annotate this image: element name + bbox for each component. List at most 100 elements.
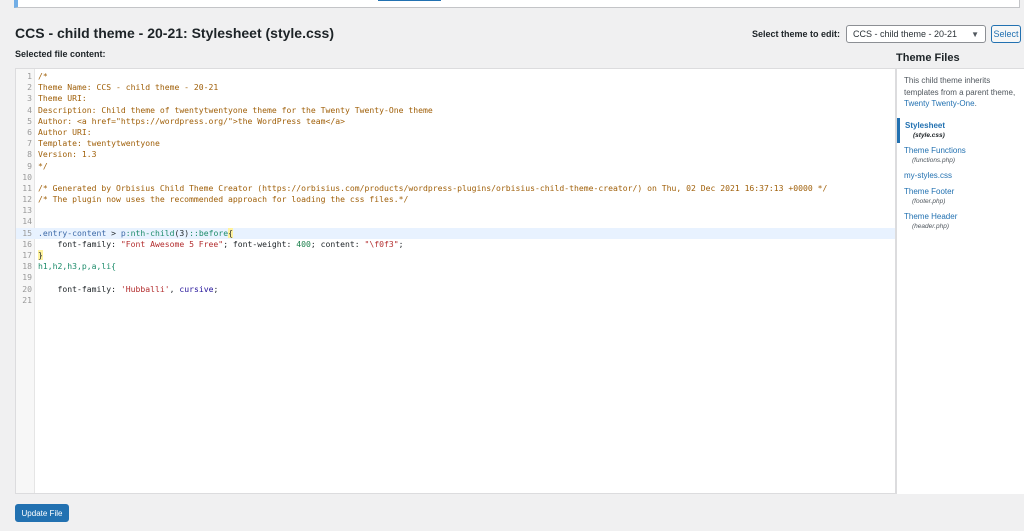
description-suffix: . <box>974 99 977 108</box>
line-text: Description: Child theme of twentytwenty… <box>38 105 433 116</box>
theme-select[interactable]: CCS - child theme - 20-21 ▼ <box>846 25 986 43</box>
theme-file-item[interactable]: Stylesheet (style.css) <box>897 117 1024 143</box>
line-number: 18 <box>22 261 32 272</box>
line-number: 20 <box>22 283 32 294</box>
selected-file-label: Selected file content: <box>15 49 106 59</box>
code-lines[interactable]: 1 /* 2 Theme Name: CCS - child theme - 20-2… <box>16 71 895 306</box>
code-line[interactable]: 9 */ <box>16 161 895 172</box>
css-number: 400 <box>296 238 311 249</box>
css-pseudo: ::before <box>189 227 229 238</box>
admin-notice <box>14 0 1020 8</box>
code-line[interactable]: 3 Theme URI: <box>16 93 895 104</box>
code-line[interactable]: 8 Version: 1.3 <box>16 149 895 160</box>
line-number: 1 <box>27 71 32 81</box>
line-number: 8 <box>27 149 32 160</box>
line-text: font-family: "Font Awesome 5 Free"; font… <box>38 238 404 250</box>
line-text: h1,h2,h3,p,a,li{ <box>38 261 116 272</box>
line-text: .entry-content > p:nth-child(3)::before{ <box>38 227 233 239</box>
theme-file-name[interactable]: Theme Footer <box>904 187 1017 196</box>
line-number: 17 <box>22 250 32 260</box>
css-property: ; content: <box>310 238 365 249</box>
css-pseudo: :nth-child <box>125 227 175 238</box>
line-text: Theme Name: CCS - child theme - 20-21 <box>38 82 218 93</box>
code-editor[interactable]: 1 /* 2 Theme Name: CCS - child theme - 20-2… <box>15 68 896 494</box>
css-property: font-family: <box>38 238 121 249</box>
line-text: Author: <a href="https://wordpress.org/"… <box>38 116 345 127</box>
css-punct: , <box>169 283 180 294</box>
notice-link[interactable] <box>378 0 441 1</box>
theme-file-name[interactable]: my-styles.css <box>904 171 1017 180</box>
line-text: /* Generated by Orbisius Child Theme Cre… <box>38 183 827 194</box>
code-line[interactable]: 6 Author URI: <box>16 127 895 138</box>
description-text: This child theme inherits templates from… <box>904 76 1016 97</box>
select-theme-button[interactable]: Select <box>991 25 1021 43</box>
theme-file-name[interactable]: Theme Header <box>904 212 1017 221</box>
css-string: 'Hubballi' <box>120 283 170 294</box>
theme-files-title: Theme Files <box>896 52 960 64</box>
css-string: "Font Awesome 5 Free" <box>120 238 224 249</box>
code-text: h1,h2,h3,p,a,li{ <box>38 261 116 272</box>
theme-picker: Select theme to edit: CCS - child theme … <box>752 25 986 43</box>
code-line[interactable]: 20 font-family: 'Hubballi', cursive; <box>16 284 895 295</box>
code-text: } <box>38 250 43 260</box>
line-text: /* <box>38 71 48 82</box>
line-text: */ <box>38 161 48 172</box>
code-line[interactable]: 21 <box>16 295 895 306</box>
code-line[interactable]: 12 /* The plugin now uses the recommended… <box>16 194 895 205</box>
theme-file-name[interactable]: Theme Functions <box>904 146 1017 155</box>
code-line[interactable]: 7 Template: twentytwentyone <box>16 138 895 149</box>
theme-files-sidebar: Theme Files This child theme inherits te… <box>896 48 1024 494</box>
code-line[interactable]: 5 Author: <a href="https://wordpress.org/… <box>16 116 895 127</box>
theme-file-path: (style.css) <box>913 131 945 139</box>
code-line[interactable]: 18 h1,h2,h3,p,a,li{ <box>16 261 895 272</box>
code-text: Author URI: <box>38 126 92 137</box>
css-punct: ; <box>398 238 404 249</box>
code-line[interactable]: 10 <box>16 172 895 183</box>
line-number: 13 <box>22 205 32 216</box>
code-text: Theme URI: <box>38 93 87 104</box>
theme-file-item[interactable]: Theme Functions (functions.php) <box>897 143 1024 168</box>
code-text: Version: 1.3 <box>38 149 97 160</box>
code-line[interactable]: 4 Description: Child theme of twentytwent… <box>16 105 895 116</box>
theme-file-name[interactable]: Stylesheet <box>905 121 1017 130</box>
code-text: Author: <a href="https://wordpress.org/"… <box>38 115 345 126</box>
line-number: 21 <box>22 294 32 305</box>
line-number: 14 <box>22 216 32 227</box>
line-number: 9 <box>27 160 32 171</box>
code-text: Theme Name: CCS - child theme - 20-21 <box>38 82 219 93</box>
theme-select-value: CCS - child theme - 20-21 <box>853 29 958 39</box>
code-line[interactable]: 2 Theme Name: CCS - child theme - 20-21 <box>16 82 895 93</box>
code-line[interactable]: 11 /* Generated by Orbisius Child Theme C… <box>16 183 895 194</box>
line-text: Template: twentytwentyone <box>38 138 160 149</box>
css-combinator: > <box>106 227 121 238</box>
line-text: Theme URI: <box>38 93 87 104</box>
update-file-button[interactable]: Update File <box>15 504 69 522</box>
css-pseudo-arg: (3) <box>174 227 190 238</box>
line-number: 16 <box>22 238 32 249</box>
theme-file-path: (footer.php) <box>912 197 946 205</box>
code-text: Description: Child theme of twentytwenty… <box>38 104 433 115</box>
theme-file-list: Stylesheet (style.css) Theme Functions (fun… <box>897 117 1024 234</box>
code-line[interactable]: 15 .entry-content > p:nth-child(3)::befor… <box>16 227 895 239</box>
theme-file-path: (functions.php) <box>912 156 955 164</box>
line-text: } <box>38 250 43 261</box>
line-number: 3 <box>27 93 32 104</box>
theme-file-item[interactable]: Theme Header (header.php) <box>897 209 1024 234</box>
theme-file-item[interactable]: my-styles.css <box>897 168 1024 184</box>
code-line[interactable]: 16 font-family: "Font Awesome 5 Free"; f… <box>16 239 895 250</box>
line-number: 7 <box>27 138 32 149</box>
code-text: /* The plugin now uses the recommended a… <box>38 194 409 205</box>
code-line[interactable]: 1 /* <box>16 71 895 82</box>
line-text: Author URI: <box>38 127 92 138</box>
line-number: 10 <box>22 171 32 182</box>
line-text: /* The plugin now uses the recommended a… <box>38 194 408 205</box>
code-text: Template: twentytwentyone <box>38 138 160 149</box>
parent-theme-link[interactable]: Twenty Twenty-One <box>904 99 975 108</box>
code-line[interactable]: 13 <box>16 205 895 216</box>
theme-select-label: Select theme to edit: <box>751 29 840 39</box>
code-line[interactable]: 19 <box>16 272 895 283</box>
theme-file-item[interactable]: Theme Footer (footer.php) <box>897 184 1024 209</box>
code-line[interactable]: 17} <box>16 250 895 261</box>
line-number: 4 <box>27 104 32 115</box>
code-line[interactable]: 14 <box>16 216 895 227</box>
